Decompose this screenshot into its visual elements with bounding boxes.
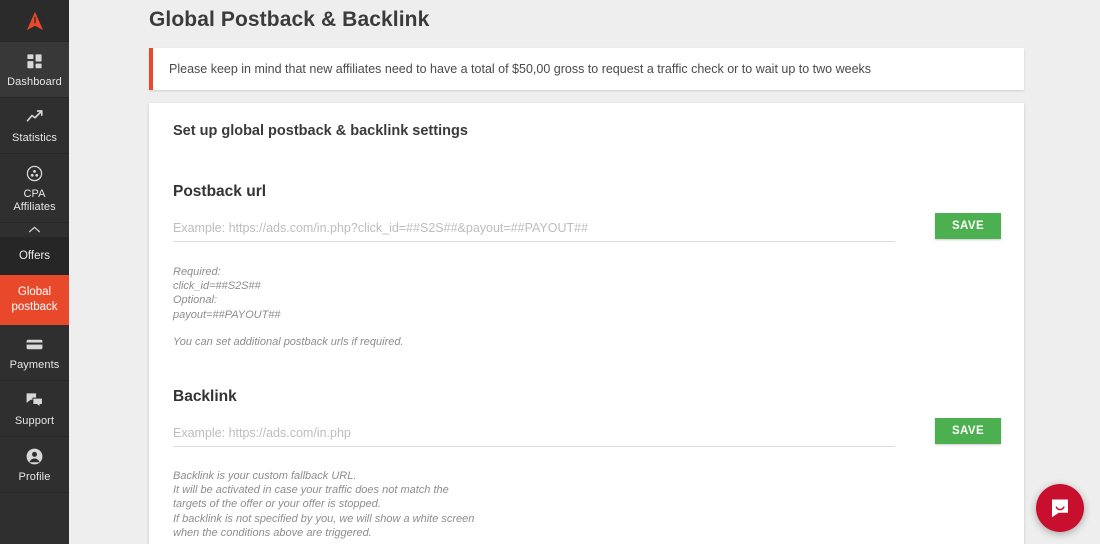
sidebar-subitem-global-postback-label: Global postback xyxy=(11,286,57,313)
sidebar-item-payments[interactable]: Payments xyxy=(0,325,69,381)
backlink-hint: Backlink is your custom fallback URL. It… xyxy=(173,469,474,540)
trending-up-icon xyxy=(26,107,44,127)
sidebar-item-support-label: Support xyxy=(15,415,54,428)
backlink-field-row: SAVE xyxy=(173,426,1001,447)
user-circle-icon xyxy=(25,446,44,466)
app-root: Dashboard Statistics CPA Affiliates xyxy=(0,0,1100,544)
backlink-url-input[interactable] xyxy=(173,426,895,447)
sidebar-subitem-offers-label: Offers xyxy=(19,250,50,262)
chat-launcher[interactable] xyxy=(1036,484,1084,532)
info-banner: Please keep in mind that new affiliates … xyxy=(149,48,1024,90)
sidebar-item-profile[interactable]: Profile xyxy=(0,437,69,493)
postback-hint-extra: You can set additional postback urls if … xyxy=(173,335,404,349)
navigation-arrow-logo-icon xyxy=(24,10,46,32)
info-banner-text: Please keep in mind that new affiliates … xyxy=(153,62,871,76)
sidebar-item-statistics-label: Statistics xyxy=(12,132,57,145)
postback-url-input[interactable] xyxy=(173,221,895,242)
backlink-section-heading: Backlink xyxy=(173,388,237,406)
sidebar-collapse-toggle[interactable] xyxy=(0,223,69,237)
sidebar-item-statistics[interactable]: Statistics xyxy=(0,98,69,154)
main-content: Global Postback & Backlink Please keep i… xyxy=(69,0,1100,544)
postback-field-row: SAVE xyxy=(173,221,1001,242)
sidebar-subitem-global-postback[interactable]: Global postback xyxy=(0,275,69,325)
sidebar-spacer xyxy=(0,493,69,544)
sidebar-item-dashboard[interactable]: Dashboard xyxy=(0,42,69,98)
sidebar-item-support[interactable]: Support xyxy=(0,381,69,437)
sidebar: Dashboard Statistics CPA Affiliates xyxy=(0,0,69,544)
sidebar-item-payments-label: Payments xyxy=(10,359,60,372)
grid-icon xyxy=(26,51,43,71)
sidebar-item-dashboard-label: Dashboard xyxy=(7,76,62,89)
chat-bubbles-icon xyxy=(25,390,44,410)
settings-card: Set up global postback & backlink settin… xyxy=(149,103,1024,544)
sidebar-item-cpa-affiliates-label: CPA Affiliates xyxy=(2,188,67,214)
postback-hint: Required: click_id=##S2S## Optional: pay… xyxy=(173,265,281,322)
sidebar-subitem-offers[interactable]: Offers xyxy=(0,237,69,275)
chat-bubble-smile-icon xyxy=(1048,496,1072,520)
card-title: Set up global postback & backlink settin… xyxy=(173,123,468,139)
page-title: Global Postback & Backlink xyxy=(149,8,429,32)
postback-section-heading: Postback url xyxy=(173,183,266,201)
target-icon xyxy=(26,163,43,183)
sidebar-item-profile-label: Profile xyxy=(19,471,51,484)
postback-save-button[interactable]: SAVE xyxy=(935,213,1001,239)
app-logo[interactable] xyxy=(0,0,69,42)
backlink-save-button[interactable]: SAVE xyxy=(935,418,1001,444)
credit-card-icon xyxy=(25,334,44,354)
sidebar-item-cpa-affiliates[interactable]: CPA Affiliates xyxy=(0,154,69,223)
